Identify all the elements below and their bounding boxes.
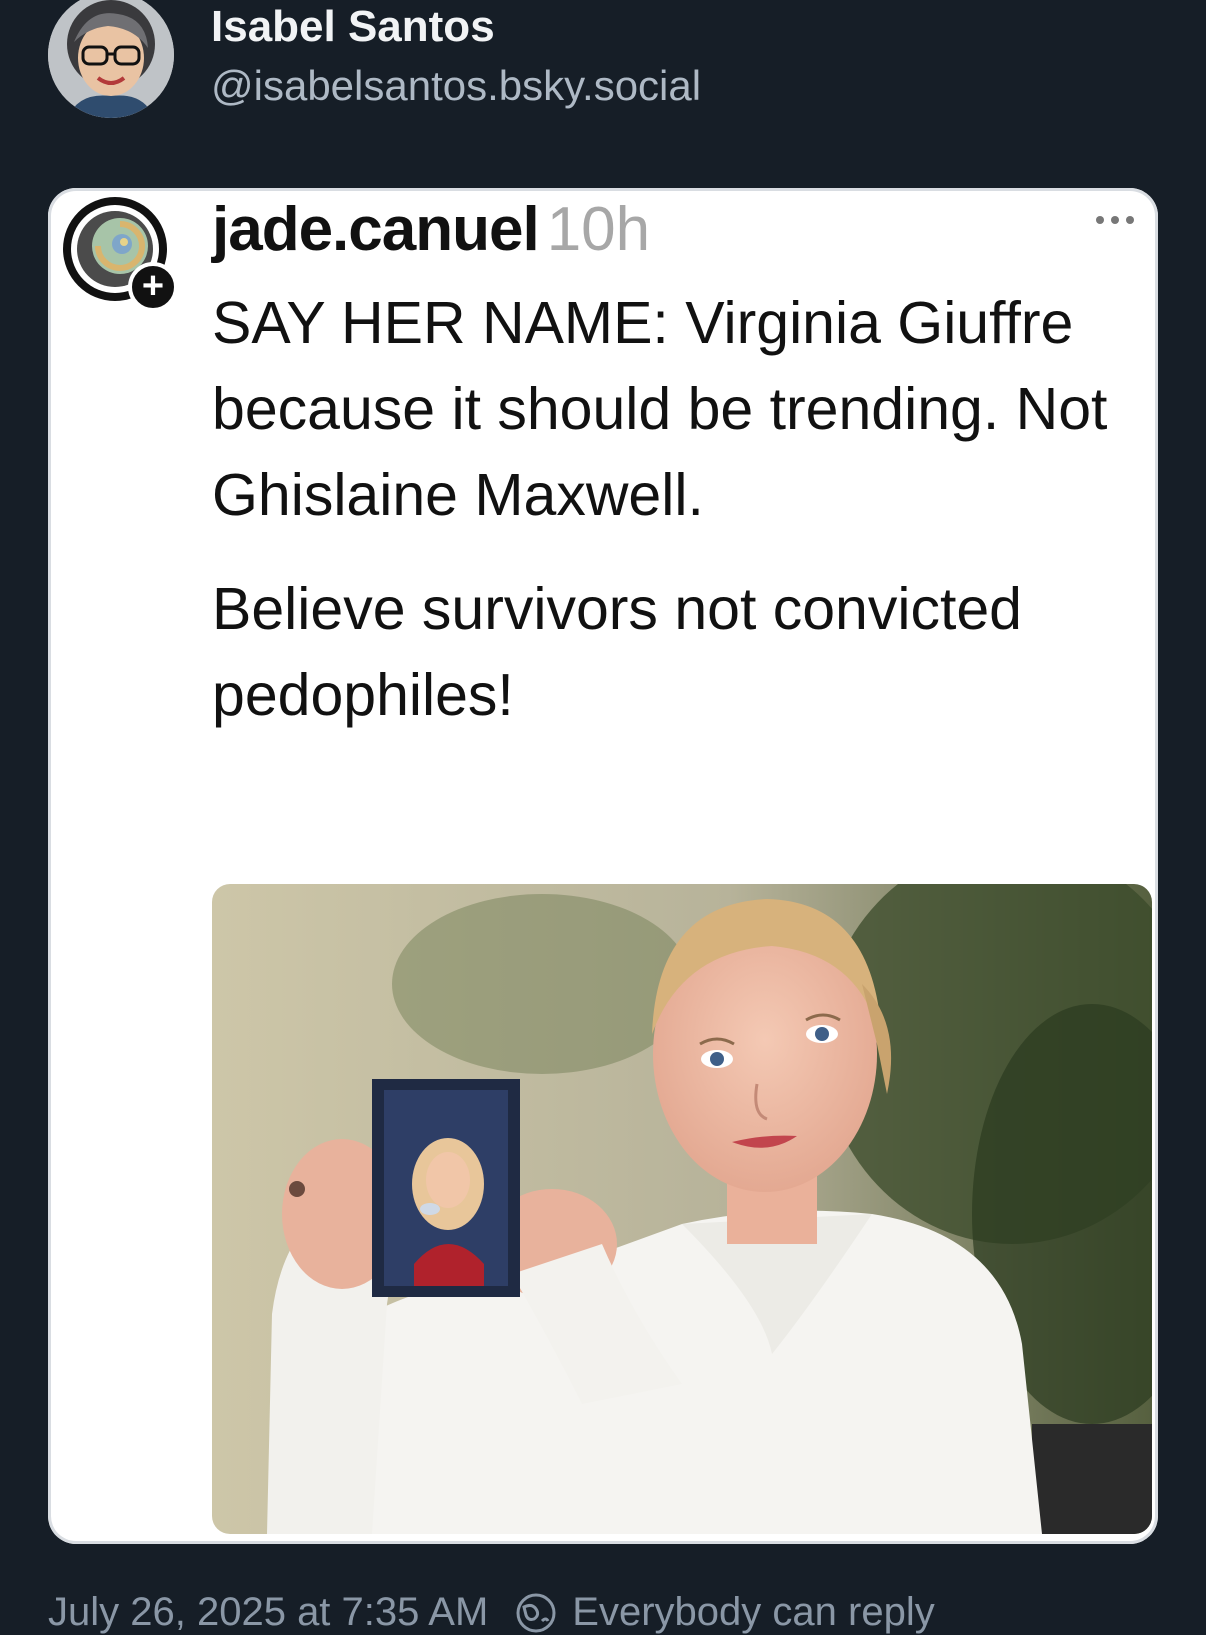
- author-handle[interactable]: @isabelsantos.bsky.social: [211, 62, 701, 110]
- reply-setting[interactable]: Everybody can reply: [572, 1590, 934, 1635]
- quoted-paragraph-1: SAY HER NAME: Virginia Giuffre because i…: [212, 290, 1108, 528]
- author-name[interactable]: Isabel Santos: [211, 2, 495, 52]
- quoted-username[interactable]: jade.canuel: [212, 195, 540, 264]
- post-author: Isabel Santos @isabelsantos.bsky.social: [48, 0, 1148, 130]
- post-footer: July 26, 2025 at 7:35 AM Everybody can r…: [48, 1590, 935, 1635]
- woman-holding-photo-image: [212, 884, 1152, 1534]
- follow-plus-icon[interactable]: +: [128, 262, 178, 312]
- ellipsis-icon[interactable]: [1090, 210, 1140, 230]
- avatar-illustration: [48, 0, 174, 118]
- post-date[interactable]: July 26, 2025 at 7:35 AM: [48, 1590, 488, 1635]
- author-avatar[interactable]: [48, 0, 174, 118]
- quoted-user-line: jade.canuel 10h: [212, 194, 650, 265]
- post-photo[interactable]: [212, 884, 1152, 1534]
- globe-icon: [516, 1593, 556, 1632]
- quoted-post-card[interactable]: + jade.canuel 10h SAY HER NAME: Virginia …: [48, 188, 1158, 1544]
- quoted-paragraph-2: Believe survivors not convicted pedophil…: [212, 576, 1022, 728]
- quoted-timestamp: 10h: [546, 195, 651, 264]
- quoted-post-text: SAY HER NAME: Virginia Giuffre because i…: [212, 280, 1112, 738]
